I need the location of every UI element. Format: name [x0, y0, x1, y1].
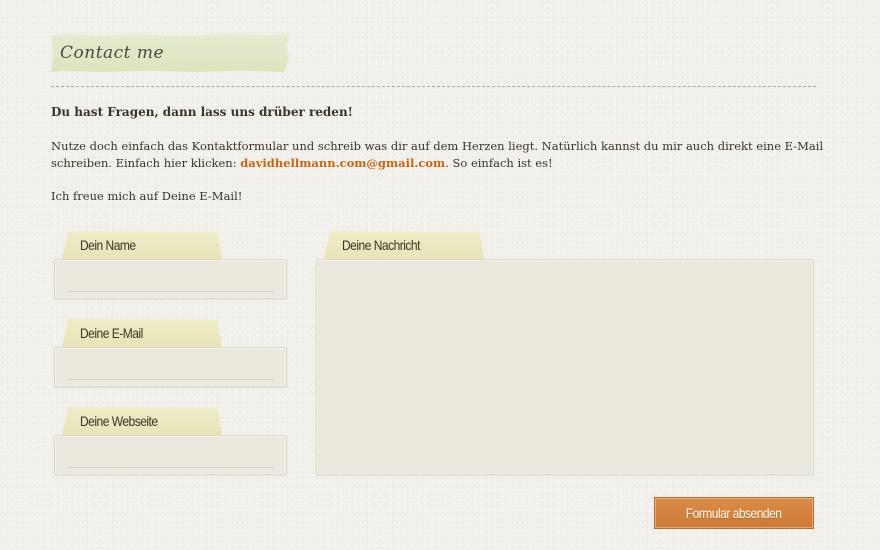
page-title: Contact me — [60, 43, 165, 63]
email-label: Deine E-Mail — [80, 325, 143, 341]
email-label-tape: Deine E-Mail — [62, 319, 222, 347]
email-field-underline — [67, 379, 274, 380]
submit-button-label: Formular absenden — [686, 505, 782, 521]
name-input[interactable] — [65, 266, 276, 292]
name-field-box — [54, 259, 287, 299]
website-input[interactable] — [65, 442, 276, 468]
intro-paragraph: Nutze doch einfach das Kontaktformular u… — [51, 138, 826, 172]
name-field-underline — [67, 291, 274, 292]
name-label-tape: Dein Name — [62, 231, 222, 259]
message-field-box — [316, 259, 814, 475]
website-label: Deine Webseite — [80, 413, 158, 429]
website-field-box — [54, 435, 287, 475]
message-label-tape: Deine Nachricht — [324, 231, 484, 259]
intro-text-after: . So einfach ist es! — [445, 156, 553, 170]
message-label: Deine Nachricht — [342, 237, 420, 253]
website-field-underline — [67, 467, 274, 468]
divider — [51, 86, 816, 87]
message-textarea[interactable] — [327, 266, 803, 468]
intro-thanks: Ich freue mich auf Deine E-Mail! — [51, 189, 243, 203]
email-link[interactable]: davidhellmann.com@gmail.com — [240, 156, 445, 170]
name-label: Dein Name — [80, 237, 136, 253]
submit-button[interactable]: Formular absenden — [654, 497, 814, 529]
email-field-box — [54, 347, 287, 387]
email-input[interactable] — [65, 354, 276, 380]
website-label-tape: Deine Webseite — [62, 407, 222, 435]
intro-lead: Du hast Fragen, dann lass uns drüber red… — [51, 105, 353, 119]
